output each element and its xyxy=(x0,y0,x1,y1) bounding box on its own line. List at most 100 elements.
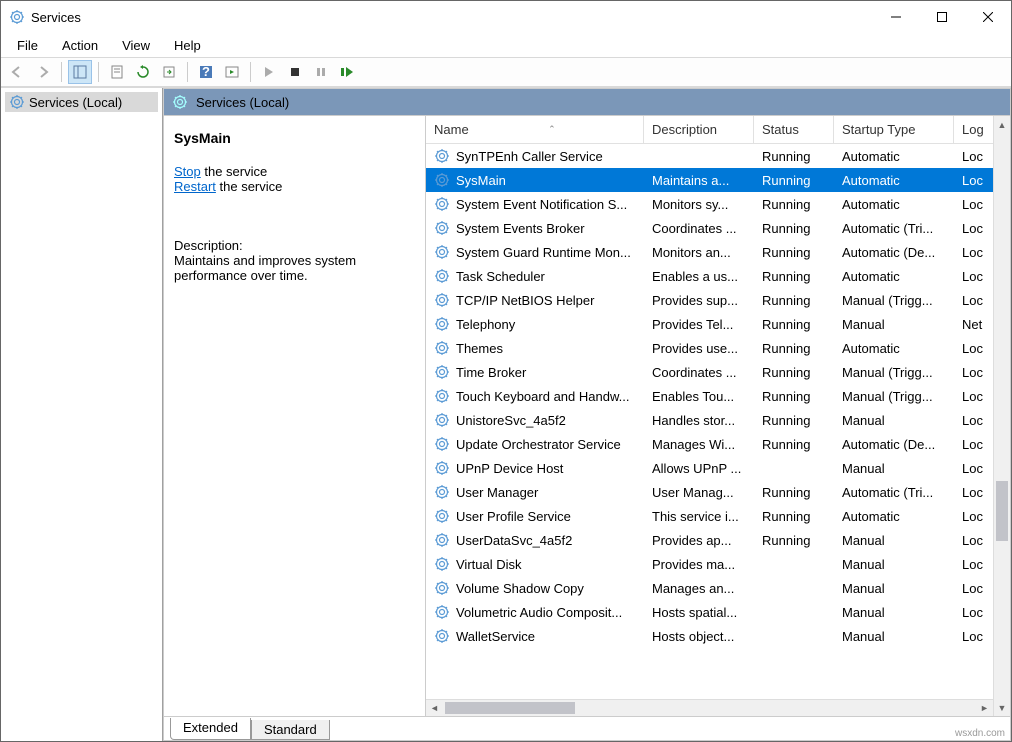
service-startup: Automatic xyxy=(834,269,954,284)
service-row[interactable]: WalletServiceHosts object...ManualLoc xyxy=(426,624,1010,648)
service-name: UserDataSvc_4a5f2 xyxy=(456,533,572,548)
help-button[interactable]: ? xyxy=(194,60,218,84)
gear-icon xyxy=(434,532,450,548)
service-row[interactable]: Time BrokerCoordinates ...RunningManual … xyxy=(426,360,1010,384)
service-row[interactable]: Update Orchestrator ServiceManages Wi...… xyxy=(426,432,1010,456)
service-desc: Hosts object... xyxy=(644,629,754,644)
col-header-description[interactable]: Description xyxy=(644,116,754,143)
nav-item-services-local[interactable]: Services (Local) xyxy=(5,92,158,112)
service-row[interactable]: UserDataSvc_4a5f2Provides ap...RunningMa… xyxy=(426,528,1010,552)
service-logon: Loc xyxy=(954,221,994,236)
gear-icon xyxy=(434,388,450,404)
service-name-cell: Themes xyxy=(426,340,644,356)
service-row[interactable]: System Guard Runtime Mon...Monitors an..… xyxy=(426,240,1010,264)
col-header-logon[interactable]: Log xyxy=(954,116,994,143)
scroll-down-icon[interactable]: ▼ xyxy=(994,699,1010,716)
close-button[interactable] xyxy=(965,2,1011,32)
scroll-thumb[interactable] xyxy=(445,702,575,714)
service-startup: Manual xyxy=(834,413,954,428)
list-body[interactable]: SynTPEnh Caller ServiceRunningAutomaticL… xyxy=(426,144,1010,699)
action-button[interactable] xyxy=(220,60,244,84)
service-startup: Manual (Trigg... xyxy=(834,365,954,380)
service-status: Running xyxy=(754,413,834,428)
toolbar-separator xyxy=(98,62,99,82)
service-row[interactable]: SysMainMaintains a...RunningAutomaticLoc xyxy=(426,168,1010,192)
service-desc: Manages Wi... xyxy=(644,437,754,452)
service-logon: Loc xyxy=(954,389,994,404)
stop-service-button[interactable] xyxy=(283,60,307,84)
menu-help[interactable]: Help xyxy=(164,36,211,55)
restart-service-button[interactable] xyxy=(335,60,359,84)
service-row[interactable]: System Events BrokerCoordinates ...Runni… xyxy=(426,216,1010,240)
service-logon: Loc xyxy=(954,413,994,428)
service-row[interactable]: Volumetric Audio Composit...Hosts spatia… xyxy=(426,600,1010,624)
scroll-track[interactable] xyxy=(443,700,976,716)
service-startup: Automatic xyxy=(834,341,954,356)
service-name-cell: UserDataSvc_4a5f2 xyxy=(426,532,644,548)
export-button[interactable] xyxy=(157,60,181,84)
service-desc: Provides sup... xyxy=(644,293,754,308)
service-row[interactable]: System Event Notification S...Monitors s… xyxy=(426,192,1010,216)
service-status: Running xyxy=(754,173,834,188)
service-name: Task Scheduler xyxy=(456,269,545,284)
back-button[interactable] xyxy=(5,60,29,84)
service-row[interactable]: UnistoreSvc_4a5f2Handles stor...RunningM… xyxy=(426,408,1010,432)
scroll-right-icon[interactable]: ► xyxy=(976,703,993,713)
stop-service-line: Stop the service xyxy=(174,164,415,179)
tab-standard[interactable]: Standard xyxy=(251,720,330,740)
service-row[interactable]: TCP/IP NetBIOS HelperProvides sup...Runn… xyxy=(426,288,1010,312)
service-row[interactable]: User ManagerUser Manag...RunningAutomati… xyxy=(426,480,1010,504)
scroll-up-icon[interactable]: ▲ xyxy=(994,116,1010,133)
col-header-name[interactable]: Name⌃ xyxy=(426,116,644,143)
titlebar: Services xyxy=(1,1,1011,33)
vertical-scrollbar[interactable]: ▲ ▼ xyxy=(993,116,1010,716)
service-logon: Loc xyxy=(954,293,994,308)
minimize-button[interactable] xyxy=(873,2,919,32)
service-status: Running xyxy=(754,149,834,164)
service-logon: Loc xyxy=(954,461,994,476)
restart-service-link[interactable]: Restart xyxy=(174,179,216,194)
scroll-thumb[interactable] xyxy=(996,481,1008,541)
forward-button[interactable] xyxy=(31,60,55,84)
service-row[interactable]: UPnP Device HostAllows UPnP ...ManualLoc xyxy=(426,456,1010,480)
service-name: User Manager xyxy=(456,485,538,500)
scroll-track[interactable] xyxy=(994,133,1010,699)
stop-service-link[interactable]: Stop xyxy=(174,164,201,179)
service-desc: Manages an... xyxy=(644,581,754,596)
service-startup: Manual xyxy=(834,605,954,620)
service-startup: Automatic xyxy=(834,509,954,524)
service-name-cell: SynTPEnh Caller Service xyxy=(426,148,644,164)
service-row[interactable]: Virtual DiskProvides ma...ManualLoc xyxy=(426,552,1010,576)
service-logon: Loc xyxy=(954,245,994,260)
show-hide-tree-button[interactable] xyxy=(68,60,92,84)
properties-button[interactable] xyxy=(105,60,129,84)
col-header-startup[interactable]: Startup Type xyxy=(834,116,954,143)
col-header-status[interactable]: Status xyxy=(754,116,834,143)
menu-view[interactable]: View xyxy=(112,36,160,55)
service-name: SysMain xyxy=(456,173,506,188)
service-status: Running xyxy=(754,245,834,260)
service-row[interactable]: SynTPEnh Caller ServiceRunningAutomaticL… xyxy=(426,144,1010,168)
content-header-title: Services (Local) xyxy=(196,95,289,110)
menu-file[interactable]: File xyxy=(7,36,48,55)
menu-action[interactable]: Action xyxy=(52,36,108,55)
service-row[interactable]: TelephonyProvides Tel...RunningManualNet xyxy=(426,312,1010,336)
service-row[interactable]: ThemesProvides use...RunningAutomaticLoc xyxy=(426,336,1010,360)
service-desc: Monitors an... xyxy=(644,245,754,260)
start-service-button[interactable] xyxy=(257,60,281,84)
refresh-button[interactable] xyxy=(131,60,155,84)
horizontal-scrollbar[interactable]: ◄ ► xyxy=(426,699,993,716)
service-name-cell: Volumetric Audio Composit... xyxy=(426,604,644,620)
service-name: System Events Broker xyxy=(456,221,585,236)
pause-service-button[interactable] xyxy=(309,60,333,84)
service-name: Time Broker xyxy=(456,365,526,380)
service-row[interactable]: User Profile ServiceThis service i...Run… xyxy=(426,504,1010,528)
service-row[interactable]: Touch Keyboard and Handw...Enables Tou..… xyxy=(426,384,1010,408)
service-desc: Handles stor... xyxy=(644,413,754,428)
scroll-left-icon[interactable]: ◄ xyxy=(426,703,443,713)
service-row[interactable]: Task SchedulerEnables a us...RunningAuto… xyxy=(426,264,1010,288)
tab-extended[interactable]: Extended xyxy=(170,718,251,740)
service-row[interactable]: Volume Shadow CopyManages an...ManualLoc xyxy=(426,576,1010,600)
maximize-button[interactable] xyxy=(919,2,965,32)
service-logon: Loc xyxy=(954,557,994,572)
